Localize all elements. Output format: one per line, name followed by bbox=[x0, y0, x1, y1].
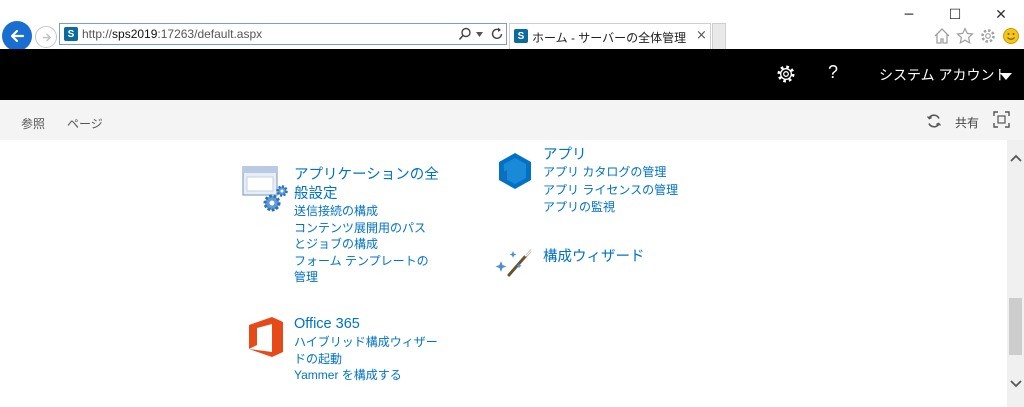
address-url[interactable]: http://sps2019:17263/default.aspx bbox=[82, 27, 262, 41]
chevron-up-icon bbox=[1009, 154, 1022, 162]
link-configure-yammer[interactable]: Yammer を構成する bbox=[294, 367, 438, 384]
chevron-down-icon bbox=[1009, 380, 1022, 388]
forward-arrow-icon bbox=[42, 32, 51, 42]
minimize-button[interactable]: ─ bbox=[886, 0, 932, 30]
general-settings-icon bbox=[242, 166, 288, 212]
account-menu[interactable]: システム アカウント bbox=[879, 65, 1008, 85]
help-button[interactable]: ? bbox=[828, 62, 838, 83]
tab-title: ホーム - サーバーの全体管理 bbox=[532, 31, 687, 45]
configuration-wizards-link[interactable]: 構成ウィザード bbox=[543, 248, 645, 267]
apps-cube-icon bbox=[499, 153, 531, 189]
dropdown-arrow-icon[interactable] bbox=[476, 32, 483, 37]
tools-gear-icon[interactable] bbox=[979, 27, 997, 45]
office-365-links: ハイブリッド構成ウィザー ドの起動 Yammer を構成する bbox=[294, 334, 438, 384]
back-arrow-icon bbox=[10, 29, 25, 43]
general-settings-heading[interactable]: アプリケーションの全 般設定 bbox=[294, 166, 439, 204]
link-hybrid-configuration-wizard[interactable]: ハイブリッド構成ウィザー ドの起動 bbox=[294, 334, 438, 367]
magic-wand-icon bbox=[495, 248, 533, 277]
scroll-down-button[interactable] bbox=[1007, 375, 1024, 393]
refresh-icon[interactable] bbox=[490, 27, 504, 41]
favorites-star-icon[interactable] bbox=[956, 27, 974, 45]
apps-heading[interactable]: アプリ bbox=[543, 147, 678, 164]
tab-close-button[interactable]: × bbox=[696, 28, 707, 43]
address-bar[interactable]: S http://sps2019:17263/default.aspx bbox=[59, 23, 507, 45]
general-settings-links: 送信接続の構成 コンテンツ展開用のパス とジョブの構成 フォーム テンプレートの… bbox=[294, 203, 429, 286]
ribbon-bar bbox=[0, 100, 1024, 140]
office-365-logo-icon bbox=[249, 317, 283, 357]
home-icon[interactable] bbox=[933, 27, 951, 45]
settings-gear-icon[interactable] bbox=[775, 63, 797, 85]
tab-page[interactable]: ページ bbox=[67, 115, 103, 132]
suite-bar bbox=[0, 49, 1024, 100]
tab-browse[interactable]: 参照 bbox=[21, 115, 45, 132]
close-window-button[interactable]: ✕ bbox=[978, 0, 1024, 30]
link-manage-app-catalog[interactable]: アプリ カタログの管理 bbox=[543, 164, 678, 182]
sharepoint-tab-icon: S bbox=[514, 29, 528, 43]
focus-on-content-icon[interactable] bbox=[993, 111, 1010, 128]
maximize-button[interactable]: ☐ bbox=[932, 0, 978, 30]
chevron-down-icon[interactable] bbox=[1000, 73, 1012, 80]
apps-section: アプリ アプリ カタログの管理 アプリ ライセンスの管理 アプリの監視 bbox=[543, 147, 678, 217]
link-manage-app-licenses[interactable]: アプリ ライセンスの管理 bbox=[543, 182, 678, 200]
link-monitor-apps[interactable]: アプリの監視 bbox=[543, 199, 678, 217]
new-tab-button[interactable] bbox=[712, 23, 726, 49]
office-365-heading[interactable]: Office 365 bbox=[294, 315, 360, 334]
share-icon[interactable] bbox=[926, 113, 942, 129]
link-form-templates[interactable]: フォーム テンプレートの 管理 bbox=[294, 253, 429, 286]
link-content-deployment[interactable]: コンテンツ展開用のパス とジョブの構成 bbox=[294, 220, 429, 253]
sharepoint-site-icon: S bbox=[64, 27, 78, 41]
scrollbar-thumb[interactable] bbox=[1009, 298, 1022, 355]
back-button[interactable] bbox=[2, 21, 32, 51]
share-button[interactable]: 共有 bbox=[955, 114, 979, 131]
search-icon[interactable] bbox=[458, 27, 472, 41]
forward-button[interactable] bbox=[35, 26, 57, 48]
link-outgoing-connections[interactable]: 送信接続の構成 bbox=[294, 203, 429, 220]
browser-tab-active[interactable]: S ホーム - サーバーの全体管理 × bbox=[509, 23, 711, 49]
scroll-up-button[interactable] bbox=[1007, 149, 1024, 167]
smiley-feedback-icon[interactable] bbox=[1002, 27, 1020, 45]
vertical-scrollbar[interactable] bbox=[1007, 140, 1024, 407]
